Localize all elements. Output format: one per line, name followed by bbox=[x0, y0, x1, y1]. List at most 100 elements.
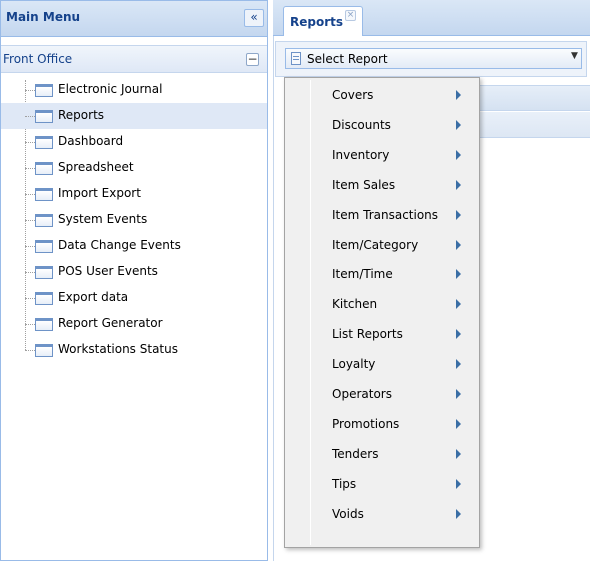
tree-connector bbox=[25, 272, 35, 273]
report-toolbar: Select Report ▼ bbox=[275, 41, 587, 77]
menu-item[interactable]: Discounts bbox=[285, 111, 479, 140]
tree-connector bbox=[25, 194, 35, 195]
submenu-arrow-icon bbox=[456, 179, 461, 190]
tree-item[interactable]: Report Generator bbox=[1, 311, 267, 337]
menu-item-label: Tips bbox=[332, 476, 357, 491]
menu-item-label: Item Sales bbox=[332, 177, 396, 192]
submenu-arrow-icon bbox=[456, 209, 461, 220]
menu-item-label: Covers bbox=[332, 88, 374, 102]
menu-item-label: List Reports bbox=[332, 327, 403, 342]
window-icon bbox=[35, 188, 53, 201]
tree-item-label: Spreadsheet bbox=[58, 160, 134, 174]
dropdown-arrow-icon[interactable]: ▼ bbox=[571, 51, 578, 61]
select-report-value: Select Report bbox=[307, 52, 388, 66]
submenu-arrow-icon bbox=[456, 329, 461, 340]
tree-connector bbox=[25, 246, 35, 247]
tree-item[interactable]: Dashboard bbox=[1, 129, 267, 155]
tree-item-label: POS User Events bbox=[58, 264, 158, 278]
collapse-panel-icon[interactable]: « bbox=[244, 9, 264, 27]
menu-item[interactable]: Loyalty bbox=[285, 350, 479, 379]
window-icon bbox=[35, 318, 53, 331]
main-menu-title: Main Menu bbox=[6, 10, 81, 24]
submenu-arrow-icon bbox=[456, 119, 461, 130]
menu-item-label: Kitchen bbox=[332, 297, 378, 312]
submenu-arrow-icon bbox=[456, 239, 461, 250]
tree-item[interactable]: Import Export bbox=[1, 181, 267, 207]
tree-connector bbox=[25, 168, 35, 169]
collapse-section-icon[interactable]: − bbox=[246, 53, 259, 66]
menu-item[interactable]: Covers bbox=[285, 81, 479, 110]
menu-item[interactable]: Item/Time bbox=[285, 260, 479, 289]
tree-item-label: Export data bbox=[58, 290, 129, 304]
submenu-arrow-icon bbox=[456, 149, 461, 160]
menu-item[interactable]: Inventory bbox=[285, 141, 479, 170]
menu-item[interactable]: Tips bbox=[285, 470, 479, 499]
tree-item[interactable]: Workstations Status bbox=[1, 337, 267, 363]
tree-connector bbox=[25, 220, 35, 221]
tree-item-label: Dashboard bbox=[58, 134, 124, 148]
tree-item-label: Data Change Events bbox=[58, 238, 181, 252]
tab-reports-label: Reports bbox=[290, 15, 344, 29]
menu-item[interactable]: Item Transactions bbox=[285, 201, 479, 230]
tree-item-label: Reports bbox=[58, 108, 105, 122]
tree-item[interactable]: POS User Events bbox=[1, 259, 267, 285]
submenu-arrow-icon bbox=[456, 299, 461, 310]
tree-connector bbox=[25, 298, 35, 299]
report-list-icon bbox=[291, 52, 301, 65]
submenu-arrow-icon bbox=[456, 389, 461, 399]
window-icon bbox=[35, 162, 53, 175]
tree-item-label: Electronic Journal bbox=[58, 82, 163, 96]
tree-item[interactable]: Data Change Events bbox=[1, 233, 267, 259]
tree-connector bbox=[25, 142, 35, 143]
content-divider bbox=[273, 36, 274, 561]
tree-item-label: Import Export bbox=[58, 186, 141, 200]
menu-item[interactable]: Operators bbox=[285, 380, 479, 409]
submenu-arrow-icon bbox=[456, 359, 461, 370]
tree-item-label: Workstations Status bbox=[58, 342, 178, 356]
menu-item-label: Inventory bbox=[332, 147, 390, 162]
menu-item-label: Operators bbox=[332, 387, 392, 401]
window-icon bbox=[35, 110, 53, 123]
submenu-arrow-icon bbox=[456, 508, 461, 519]
menu-item[interactable]: Tenders bbox=[285, 440, 479, 469]
window-icon bbox=[35, 214, 53, 227]
front-office-tree: Electronic Journal Reports Dashboard Spread… bbox=[1, 76, 267, 366]
tree-item[interactable]: Reports bbox=[1, 103, 267, 129]
tab-reports[interactable]: Reports × bbox=[283, 6, 363, 36]
menu-item[interactable]: Promotions bbox=[285, 410, 479, 439]
submenu-arrow-icon bbox=[456, 90, 461, 100]
menu-item[interactable]: List Reports bbox=[285, 320, 479, 349]
report-subtoolbar bbox=[480, 85, 590, 111]
submenu-arrow-icon bbox=[456, 269, 461, 280]
tree-connector bbox=[25, 90, 35, 91]
window-icon bbox=[35, 136, 53, 149]
report-category-menu: Covers Discounts Inventory Item Sales Item T… bbox=[284, 77, 480, 548]
tree-item[interactable]: Export data bbox=[1, 285, 267, 311]
window-icon bbox=[35, 292, 53, 305]
menu-item[interactable]: Kitchen bbox=[285, 290, 479, 319]
tree-item[interactable]: Electronic Journal bbox=[1, 77, 267, 103]
main-menu-panel: Main Menu « Front Office − Electronic Jo… bbox=[0, 0, 268, 561]
menu-item-label: Loyalty bbox=[332, 357, 376, 372]
menu-item-label: Voids bbox=[332, 506, 364, 521]
tree-connector bbox=[25, 350, 35, 351]
front-office-title: Front Office bbox=[3, 52, 73, 66]
menu-item-label: Discounts bbox=[332, 117, 391, 132]
tree-item-label: System Events bbox=[58, 212, 148, 226]
tree-item[interactable]: Spreadsheet bbox=[1, 155, 267, 181]
close-tab-icon[interactable]: × bbox=[345, 10, 356, 21]
select-report-dropdown[interactable]: Select Report ▼ bbox=[285, 48, 582, 69]
menu-item[interactable]: Voids bbox=[285, 500, 479, 529]
menu-item-label: Promotions bbox=[332, 416, 400, 431]
front-office-section-header[interactable]: Front Office − bbox=[1, 45, 267, 73]
tree-item[interactable]: System Events bbox=[1, 207, 267, 233]
menu-item-label: Tenders bbox=[332, 446, 379, 461]
menu-item-label: Item/Time bbox=[332, 267, 393, 282]
window-icon bbox=[35, 266, 53, 279]
main-menu-header: Main Menu « bbox=[1, 1, 267, 37]
submenu-arrow-icon bbox=[456, 448, 461, 459]
menu-item[interactable]: Item Sales bbox=[285, 171, 479, 200]
tab-strip: Reports × bbox=[273, 0, 590, 36]
tree-item-label: Report Generator bbox=[58, 316, 163, 330]
menu-item[interactable]: Item/Category bbox=[285, 231, 479, 260]
